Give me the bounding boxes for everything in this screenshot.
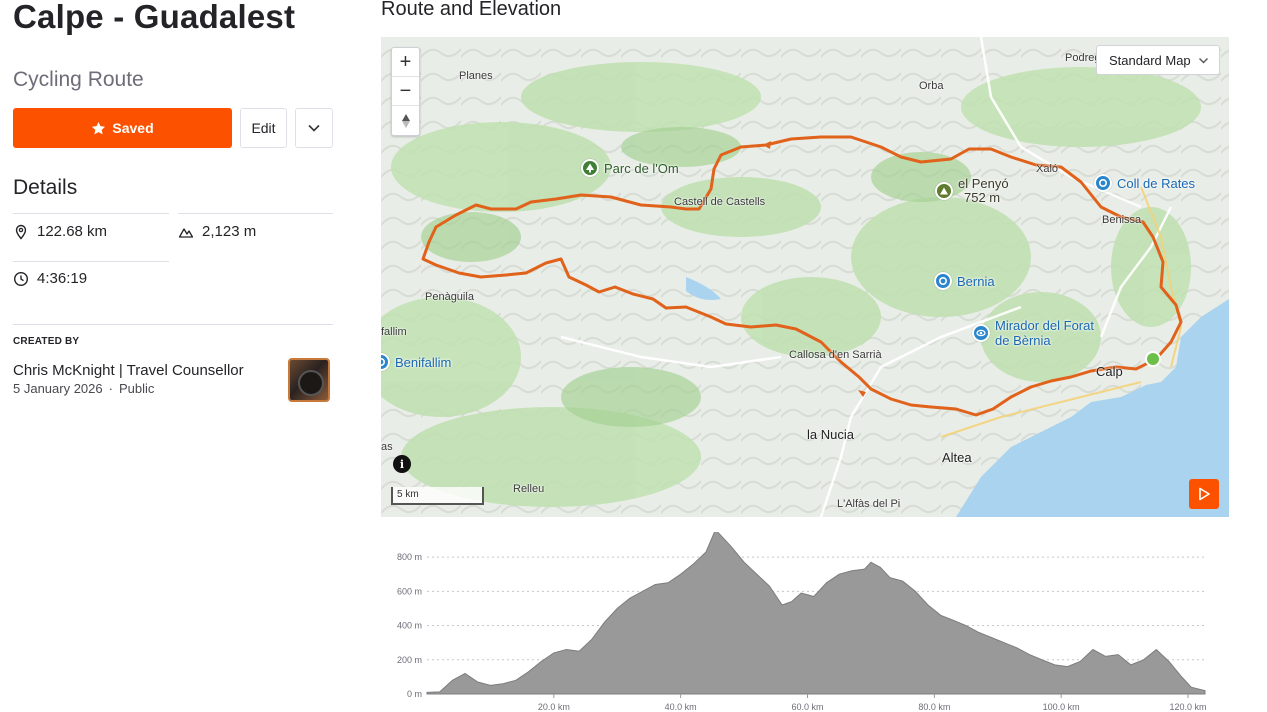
route-title: Calpe - Guadalest (13, 0, 296, 35)
y-tick-label: 400 m (397, 621, 422, 631)
elevation-value: 2,123 m (202, 223, 257, 240)
poi-elevation: 752 m (964, 190, 1001, 205)
created-by-label: CREATED BY (13, 336, 80, 347)
more-options-button[interactable] (295, 108, 333, 148)
poi-label: Parc de l'Om (604, 160, 679, 176)
route-type: Cycling Route (13, 68, 144, 91)
map-style-select[interactable]: Standard Map (1096, 45, 1220, 75)
route-map[interactable]: Planes Orba Podreg Castell de Castells X… (381, 37, 1229, 517)
time-stat: 4:36:19 (13, 270, 87, 287)
place-label: Calp (1096, 364, 1123, 379)
y-tick-label: 800 m (397, 552, 422, 562)
poi-label: Mirador del Forat (995, 318, 1094, 333)
place-label: la Nucia (807, 427, 854, 442)
poi-mirador-forat[interactable]: Mirador del Forat de Bèrnia (972, 318, 1094, 348)
elevation-stat: 2,123 m (178, 223, 256, 240)
play-icon (1199, 487, 1210, 501)
elevation-chart[interactable]: 0 m 200 m 400 m 600 m 800 m 20.0 km 40.0 km 60.… (381, 532, 1229, 712)
edit-button[interactable]: Edit (240, 108, 287, 148)
place-label: Altea (942, 450, 972, 465)
author-name[interactable]: Chris McKnight | Travel Counsellor (13, 362, 244, 379)
zoom-out-button[interactable]: − (392, 77, 419, 106)
chevron-down-icon (1199, 57, 1208, 63)
map-base (381, 37, 1229, 517)
chevron-down-icon (308, 124, 320, 132)
place-label: Castell de Castells (674, 196, 766, 208)
elevation-area (426, 532, 1206, 695)
viewpoint-icon (381, 353, 390, 371)
place-label: Orba (919, 80, 944, 92)
poi-label: Coll de Rates (1117, 175, 1196, 191)
map-style-value: Standard Map (1109, 52, 1191, 68)
compass-button[interactable] (392, 106, 419, 135)
created-date: 5 January 2026 (13, 381, 103, 396)
x-tick-label: 80.0 km (918, 702, 950, 712)
play-flyover-button[interactable] (1189, 479, 1219, 509)
x-tick-label: 40.0 km (665, 702, 697, 712)
visibility: Public (118, 381, 155, 396)
poi-coll-de-rates[interactable]: Coll de Rates (1094, 174, 1195, 192)
mountain-icon (935, 182, 953, 200)
poi-el-penyo[interactable]: el Penyó 752 m (935, 177, 1009, 205)
zoom-controls: + − (391, 47, 420, 136)
place-label: as (381, 441, 393, 453)
divider (13, 213, 169, 214)
star-icon (92, 121, 106, 134)
place-label: L'Alfàs del Pi (837, 498, 901, 510)
poi-benifallim[interactable]: Benifallim (381, 353, 451, 371)
mountain-icon (178, 227, 194, 238)
x-tick-label: 120.0 km (1169, 702, 1206, 712)
eye-icon (972, 324, 990, 342)
time-value: 4:36:19 (37, 270, 88, 287)
meta-separator: · (108, 381, 113, 396)
poi-label: de Bèrnia (995, 333, 1051, 348)
tree-icon (581, 159, 599, 177)
y-tick-label: 600 m (397, 586, 422, 596)
details-heading: Details (13, 176, 78, 199)
x-tick-label: 60.0 km (791, 702, 823, 712)
place-label: Penàguila (425, 291, 474, 303)
section-heading: Route and Elevation (381, 0, 562, 20)
poi-label: Benifallim (395, 354, 452, 370)
place-label: Benissa (1102, 214, 1142, 226)
distance-value: 122.68 km (37, 223, 108, 240)
viewpoint-icon (1094, 174, 1112, 192)
clock-icon (13, 271, 29, 286)
map-scale: 5 km (391, 487, 484, 505)
compass-icon (401, 113, 410, 128)
saved-label: Saved (112, 120, 154, 136)
y-tick-label: 200 m (397, 655, 422, 665)
y-tick-label: 0 m (407, 689, 422, 699)
x-tick-label: 100.0 km (1043, 702, 1080, 712)
poi-label: Bernia (957, 273, 995, 289)
poi-parc-om[interactable]: Parc de l'Om (581, 159, 679, 177)
divider (13, 324, 333, 325)
zoom-in-button[interactable]: + (392, 48, 419, 77)
start-marker[interactable] (1145, 351, 1161, 367)
divider (13, 261, 169, 262)
place-label: Callosa d'en Sarrià (789, 349, 882, 361)
avatar[interactable] (288, 358, 330, 402)
viewpoint-icon (934, 272, 952, 290)
poi-bernia[interactable]: Bernia (934, 272, 995, 290)
poi-label: el Penyó (958, 176, 1009, 191)
x-tick-label: 20.0 km (538, 702, 570, 712)
place-label: fallim (381, 326, 407, 338)
place-label: Planes (459, 70, 493, 82)
info-button[interactable]: i (393, 455, 411, 473)
distance-stat: 122.68 km (13, 223, 107, 240)
divider (178, 213, 333, 214)
route-meta: 5 January 2026 · Public (13, 381, 154, 396)
place-label: Relleu (513, 483, 545, 495)
location-pin-icon (15, 224, 27, 240)
saved-button[interactable]: Saved (13, 108, 232, 148)
place-label: Xaló (1036, 163, 1059, 175)
